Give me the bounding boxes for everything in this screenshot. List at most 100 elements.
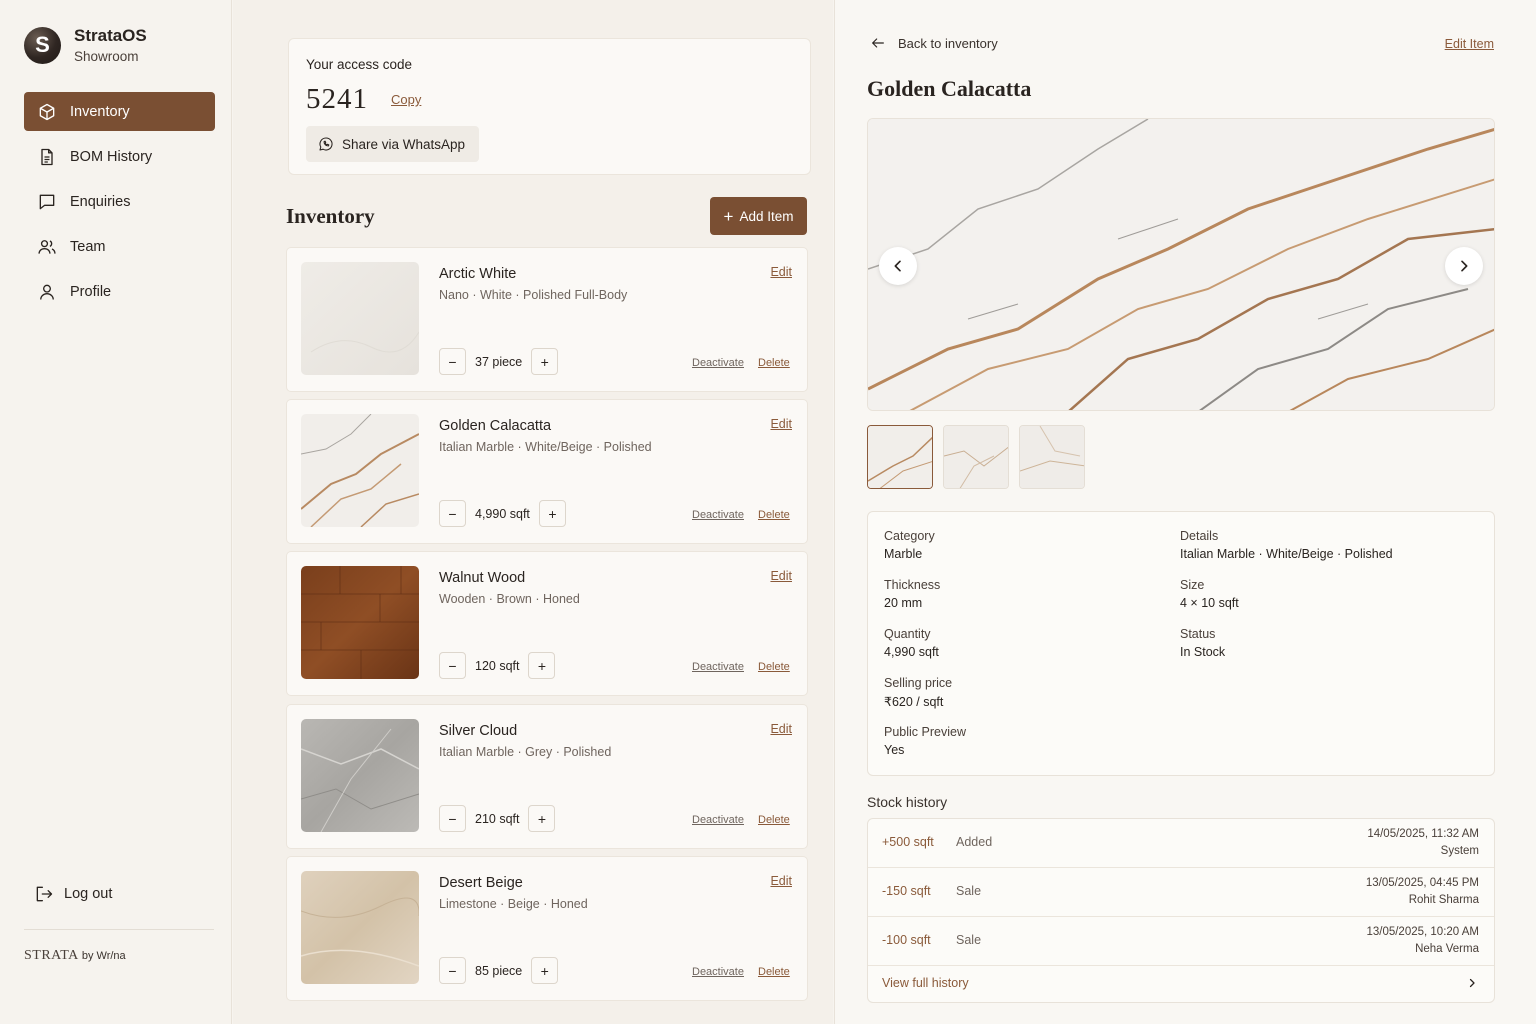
sidebar-item-bom-history[interactable]: BOM History [24, 137, 215, 176]
inventory-item-card[interactable]: Arctic White Nano · White · Polished Ful… [286, 247, 808, 392]
item-deactivate-link[interactable]: Deactivate [692, 661, 744, 673]
product-image [867, 118, 1495, 411]
stock-change-type: Added [956, 835, 993, 849]
decrement-button[interactable]: − [439, 500, 466, 527]
item-delete-link[interactable]: Delete [758, 357, 790, 369]
item-quantity: 4,990 sqft [475, 506, 530, 521]
stock-history-list: +500 sqft Added 14/05/2025, 11:32 AM Sys… [867, 818, 1495, 1003]
edit-item-link[interactable]: Edit Item [1445, 37, 1494, 51]
access-code-label: Your access code [306, 57, 413, 72]
item-description: Limestone · Beige · Honed [439, 897, 588, 911]
copy-link[interactable]: Copy [391, 92, 421, 107]
view-full-history-link[interactable]: View full history [882, 976, 969, 990]
increment-button[interactable]: + [531, 957, 559, 984]
decrement-button[interactable]: − [439, 652, 466, 679]
increment-button[interactable]: + [538, 500, 566, 527]
next-image-button[interactable] [1445, 247, 1483, 285]
item-deactivate-link[interactable]: Deactivate [692, 357, 744, 369]
footer-brand-name: STRATA [24, 948, 79, 963]
detail-field-size: Size 4 × 10 sqft [1180, 578, 1239, 610]
detail-label: Quantity [884, 627, 931, 641]
stock-change-date: 14/05/2025, 11:32 AM [1367, 828, 1479, 840]
previous-image-button[interactable] [879, 247, 917, 285]
inventory-item-card[interactable]: Silver Cloud Italian Marble · Grey · Pol… [286, 704, 808, 849]
quantity-stepper: − 210 sqft + [439, 805, 556, 832]
stock-history-row: +500 sqft Added 14/05/2025, 11:32 AM Sys… [868, 819, 1494, 868]
sidebar-item-team[interactable]: Team [24, 227, 215, 266]
item-edit-link[interactable]: Edit [770, 265, 792, 279]
item-description: Italian Marble · Grey · Polished [439, 745, 612, 759]
item-detail-panel: Back to inventory Edit Item Golden Calac… [834, 0, 1536, 1024]
sidebar-item-label: Team [70, 238, 106, 255]
item-delete-link[interactable]: Delete [758, 814, 790, 826]
increment-button[interactable]: + [528, 652, 556, 679]
item-description: Wooden · Brown · Honed [439, 592, 580, 606]
inventory-heading: Inventory [286, 204, 375, 228]
item-deactivate-link[interactable]: Deactivate [692, 814, 744, 826]
inventory-column: Your access code 5241 Copy Share via Wha… [233, 0, 833, 1024]
back-label: Back to inventory [898, 35, 998, 51]
increment-button[interactable]: + [528, 805, 556, 832]
sidebar-item-label: Inventory [70, 103, 130, 120]
image-thumbnail[interactable] [867, 425, 933, 489]
add-item-label: Add Item [739, 208, 794, 224]
item-deactivate-link[interactable]: Deactivate [692, 966, 744, 978]
stock-history-heading: Stock history [867, 794, 948, 810]
detail-field-quantity: Quantity 4,990 sqft [884, 627, 939, 659]
sidebar-item-label: BOM History [70, 148, 153, 165]
whatsapp-icon [319, 137, 333, 151]
sidebar-item-inventory[interactable]: Inventory [24, 92, 215, 131]
item-quantity: 85 piece [475, 963, 523, 978]
item-edit-link[interactable]: Edit [770, 722, 792, 736]
sidebar-item-label: Profile [70, 283, 112, 300]
stock-change: -100 sqft [882, 933, 931, 947]
sidebar: S StrataOS Showroom Inventory BOM Histor… [0, 0, 232, 1024]
brand: S StrataOS Showroom [24, 26, 147, 64]
decrement-button[interactable]: − [439, 805, 466, 832]
image-thumbnail[interactable] [1019, 425, 1085, 489]
detail-value: Italian Marble · White/Beige · Polished [1180, 547, 1393, 561]
stock-change-date: 13/05/2025, 10:20 AM [1366, 926, 1479, 938]
image-thumbnails [867, 425, 1095, 489]
item-delete-link[interactable]: Delete [758, 966, 790, 978]
detail-label: Selling price [884, 676, 953, 690]
stock-change-type: Sale [956, 884, 982, 898]
sidebar-item-enquiries[interactable]: Enquiries [24, 182, 215, 221]
add-item-button[interactable]: + Add Item [710, 197, 807, 235]
back-to-inventory-link[interactable]: Back to inventory [870, 35, 998, 51]
detail-field-status: Status In Stock [1180, 627, 1225, 659]
logout-button[interactable]: Log out [34, 884, 112, 904]
detail-label: Public Preview [884, 725, 966, 739]
item-edit-link[interactable]: Edit [770, 417, 792, 431]
decrement-button[interactable]: − [439, 957, 466, 984]
detail-label: Size [1180, 578, 1205, 592]
image-thumbnail[interactable] [943, 425, 1009, 489]
detail-value: 4 × 10 sqft [1180, 596, 1239, 610]
item-thumbnail [301, 414, 419, 527]
item-description: Nano · White · Polished Full-Body [439, 288, 628, 302]
chevron-right-icon [1469, 978, 1475, 988]
item-quantity: 120 sqft [475, 658, 520, 673]
share-whatsapp-button[interactable]: Share via WhatsApp [306, 126, 480, 162]
brand-name: StrataOS [74, 26, 147, 45]
item-edit-link[interactable]: Edit [770, 569, 792, 583]
detail-value: Yes [884, 743, 905, 757]
item-name: Silver Cloud [439, 723, 518, 739]
inventory-item-card[interactable]: Walnut Wood Wooden · Brown · Honed Edit … [286, 551, 808, 696]
item-edit-link[interactable]: Edit [770, 874, 792, 888]
sidebar-item-profile[interactable]: Profile [24, 272, 215, 311]
quantity-stepper: − 37 piece + [439, 348, 559, 375]
user-icon [40, 284, 54, 300]
sidebar-item-label: Enquiries [70, 193, 131, 210]
detail-label: Category [884, 529, 935, 543]
inventory-item-card[interactable]: Golden Calacatta Italian Marble · White/… [286, 399, 808, 544]
decrement-button[interactable]: − [439, 348, 466, 375]
item-delete-link[interactable]: Delete [758, 509, 790, 521]
item-delete-link[interactable]: Delete [758, 661, 790, 673]
brand-avatar: S [24, 26, 61, 64]
stock-change-user: Rohit Sharma [1408, 894, 1479, 906]
item-deactivate-link[interactable]: Deactivate [692, 509, 744, 521]
inventory-item-card[interactable]: Desert Beige Limestone · Beige · Honed E… [286, 856, 808, 1001]
increment-button[interactable]: + [531, 348, 559, 375]
item-quantity: 210 sqft [475, 811, 520, 826]
